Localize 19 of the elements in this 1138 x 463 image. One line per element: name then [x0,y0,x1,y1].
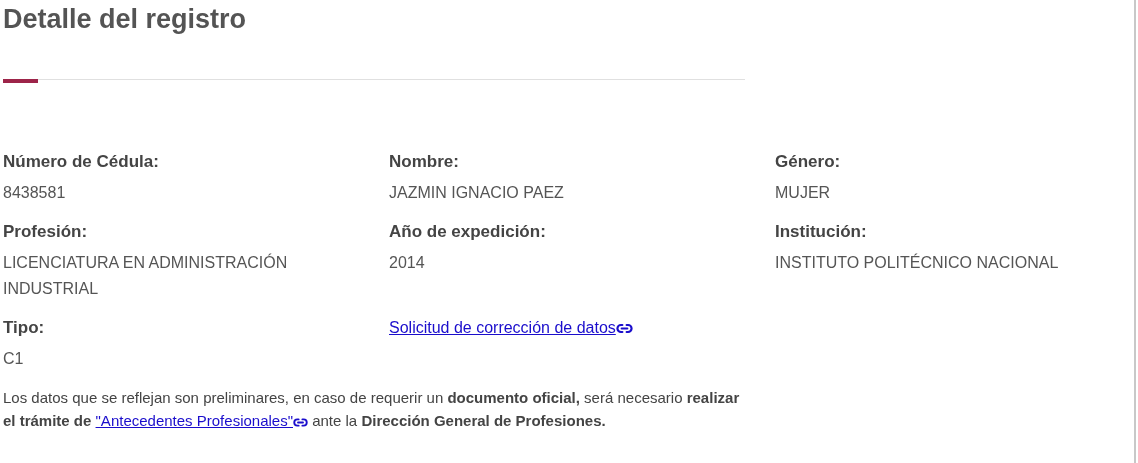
title-accent-bar [3,79,38,83]
field-label: Institución: [775,221,868,243]
field-label: Género: [775,151,842,173]
page-title: Detalle del registro [3,3,248,36]
field-value: 8438581 [3,183,67,203]
field-label: Año de expedición: [389,221,547,243]
field-label: Tipo: [3,317,46,339]
field-value: C1 [3,349,25,369]
antecedentes-link[interactable]: "Antecedentes Profesionales" [95,412,308,429]
field-label: Número de Cédula: [3,151,160,173]
correction-request-link[interactable]: Solicitud de corrección de datos [389,316,633,340]
field-value: JAZMIN IGNACIO PAEZ [389,183,565,203]
field-value: 2014 [389,253,426,273]
field-value: MUJER [775,183,832,203]
field-label: Nombre: [389,151,460,173]
disclaimer-text: Los datos que se reflejan son preliminares, en caso de requerir un documento oficial, será necesario realizar el trámite de "Antecedentes Profesionales" ante la Dirección General de Profesiones. [3,388,741,432]
field-value: INSTITUTO POLITÉCNICO NACIONAL [775,252,1060,273]
field-label: Profesión: [3,221,89,243]
field-value: LICENCIATURA EN ADMINISTRACIÓN INDUSTRIAL [3,252,289,299]
